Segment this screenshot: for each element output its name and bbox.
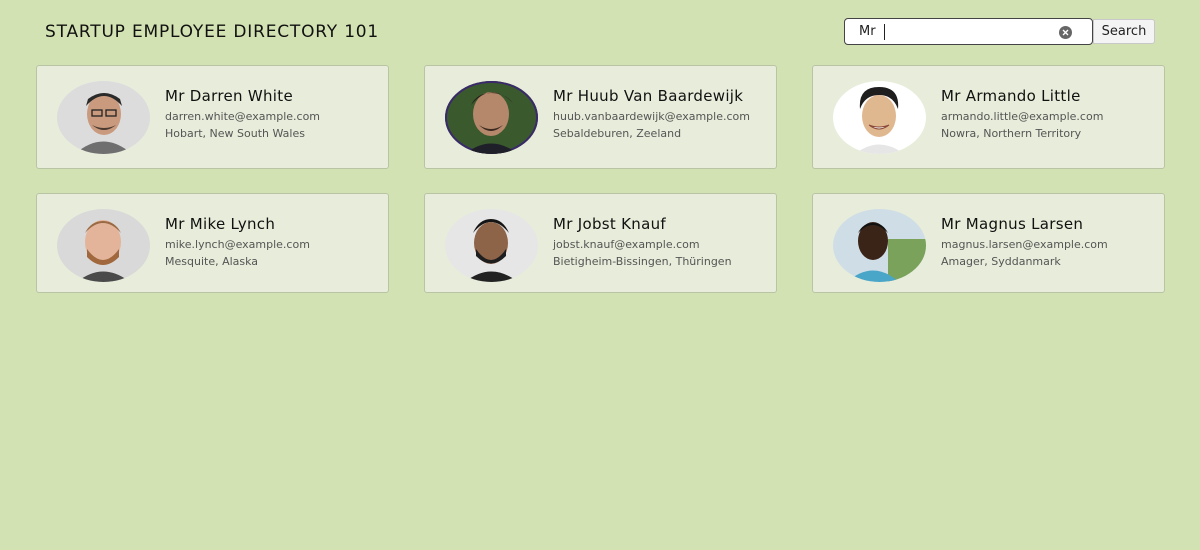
employee-email: mike.lynch@example.com <box>165 238 310 251</box>
employee-location: Amager, Syddanmark <box>941 255 1061 268</box>
page-title: STARTUP EMPLOYEE DIRECTORY 101 <box>45 22 380 42</box>
employee-email: armando.little@example.com <box>941 110 1104 123</box>
employee-name: Mr Darren White <box>165 87 293 105</box>
clear-icon[interactable] <box>1059 26 1072 39</box>
employee-email: magnus.larsen@example.com <box>941 238 1108 251</box>
employee-email: huub.vanbaardewijk@example.com <box>553 110 750 123</box>
avatar <box>445 81 538 154</box>
employee-location: Bietigheim-Bissingen, Thüringen <box>553 255 732 268</box>
employee-email: darren.white@example.com <box>165 110 321 123</box>
search-field[interactable] <box>844 18 1093 45</box>
avatar <box>57 209 150 282</box>
employee-card[interactable]: Mr Jobst Knauf jobst.knauf@example.com B… <box>424 193 777 293</box>
employee-info: Mr Armando Little armando.little@example… <box>941 88 1161 142</box>
employee-email: jobst.knauf@example.com <box>553 238 700 251</box>
employee-info: Mr Magnus Larsen magnus.larsen@example.c… <box>941 216 1161 270</box>
employee-name: Mr Mike Lynch <box>165 215 276 233</box>
employee-location: Mesquite, Alaska <box>165 255 259 268</box>
employee-card[interactable]: Mr Armando Little armando.little@example… <box>812 65 1165 169</box>
employee-info: Mr Jobst Knauf jobst.knauf@example.com B… <box>553 216 773 270</box>
employee-card[interactable]: Mr Magnus Larsen magnus.larsen@example.c… <box>812 193 1165 293</box>
employee-name: Mr Armando Little <box>941 87 1081 105</box>
employee-info: Mr Mike Lynch mike.lynch@example.com Mes… <box>165 216 385 270</box>
search-bar: Search <box>844 18 1155 45</box>
avatar <box>833 209 926 282</box>
employee-card[interactable]: Mr Huub Van Baardewijk huub.vanbaardewij… <box>424 65 777 169</box>
employee-info: Mr Huub Van Baardewijk huub.vanbaardewij… <box>553 88 773 142</box>
employee-name: Mr Magnus Larsen <box>941 215 1084 233</box>
header: STARTUP EMPLOYEE DIRECTORY 101 Search <box>0 0 1200 64</box>
employee-card[interactable]: Mr Mike Lynch mike.lynch@example.com Mes… <box>36 193 389 293</box>
search-button[interactable]: Search <box>1093 19 1155 44</box>
avatar <box>57 81 150 154</box>
text-caret <box>884 24 885 40</box>
employee-info: Mr Darren White darren.white@example.com… <box>165 88 385 142</box>
search-input[interactable] <box>859 19 1059 44</box>
employee-name: Mr Huub Van Baardewijk <box>553 87 744 105</box>
avatar <box>445 209 538 282</box>
employee-location: Hobart, New South Wales <box>165 127 305 140</box>
employee-name: Mr Jobst Knauf <box>553 215 666 233</box>
employee-card[interactable]: Mr Darren White darren.white@example.com… <box>36 65 389 169</box>
avatar <box>833 81 926 154</box>
employee-location: Nowra, Northern Territory <box>941 127 1082 140</box>
employee-location: Sebaldeburen, Zeeland <box>553 127 682 140</box>
